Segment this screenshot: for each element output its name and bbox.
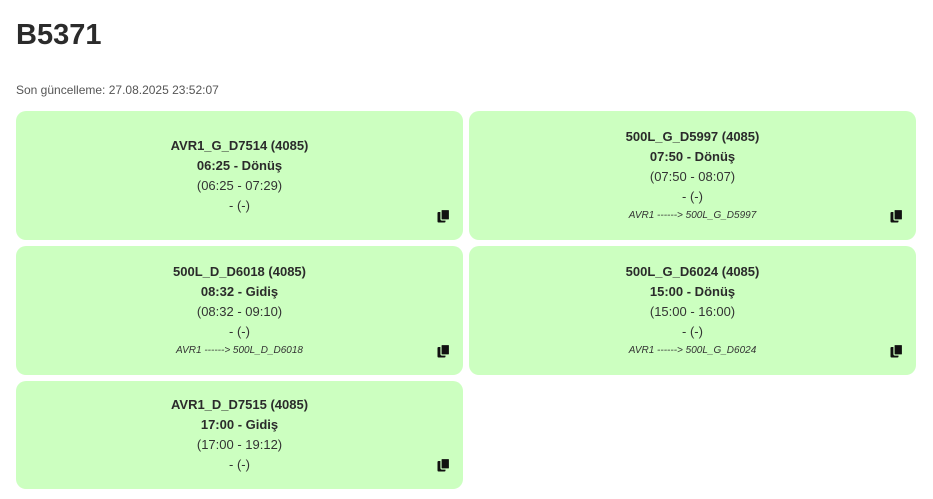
trip-card: 500L_G_D6024 (4085) 15:00 - Dönüş (15:00… [469,246,916,375]
trip-id: 500L_G_D5997 (4085) [625,128,760,144]
trip-cards-grid: AVR1_G_D7514 (4085) 06:25 - Dönüş (06:25… [16,111,916,489]
copy-icon[interactable] [437,209,450,223]
trip-card: 500L_G_D5997 (4085) 07:50 - Dönüş (07:50… [469,111,916,240]
trip-time-range: (17:00 - 19:12) [196,437,283,452]
trip-id: 500L_G_D6024 (4085) [625,263,760,279]
trip-time-range: (06:25 - 07:29) [196,177,283,193]
trip-time-range: (07:50 - 08:07) [649,168,736,184]
trip-extra: - (-) [229,197,250,213]
trip-id: AVR1_G_D7514 (4085) [170,137,309,153]
trip-time-direction: 07:50 - Dönüş [649,148,736,164]
trip-extra: - (-) [682,188,703,204]
trip-card: 500L_D_D6018 (4085) 08:32 - Gidiş (08:32… [16,246,463,375]
trip-card: AVR1_G_D7514 (4085) 06:25 - Dönüş (06:25… [16,111,463,240]
trip-card: AVR1_D_D7515 (4085) 17:00 - Gidiş (17:00… [16,381,463,489]
trip-time-direction: 08:32 - Gidiş [200,283,279,299]
copy-icon[interactable] [890,209,903,223]
trip-time-direction: 06:25 - Dönüş [196,157,283,173]
last-updated-text: Son güncelleme: 27.08.2025 23:52:07 [16,83,219,97]
page-title: B5371 [16,19,102,51]
trip-time-range: (08:32 - 09:10) [196,303,283,319]
trip-time-direction: 15:00 - Dönüş [649,283,736,299]
trip-id: AVR1_D_D7515 (4085) [170,397,309,412]
copy-icon[interactable] [890,344,903,358]
trip-route: AVR1 ------> 500L_G_D6024 [628,344,757,356]
trip-time-direction: 17:00 - Gidiş [200,417,279,432]
copy-icon[interactable] [437,458,450,472]
trip-route: AVR1 ------> 500L_D_D6018 [175,344,303,356]
trip-time-range: (15:00 - 16:00) [649,303,736,319]
trip-extra: - (-) [229,457,250,472]
trip-route: AVR1 ------> 500L_G_D5997 [628,209,757,221]
trip-extra: - (-) [682,323,703,339]
copy-icon[interactable] [437,344,450,358]
trip-extra: - (-) [229,323,250,339]
trip-id: 500L_D_D6018 (4085) [173,263,306,279]
